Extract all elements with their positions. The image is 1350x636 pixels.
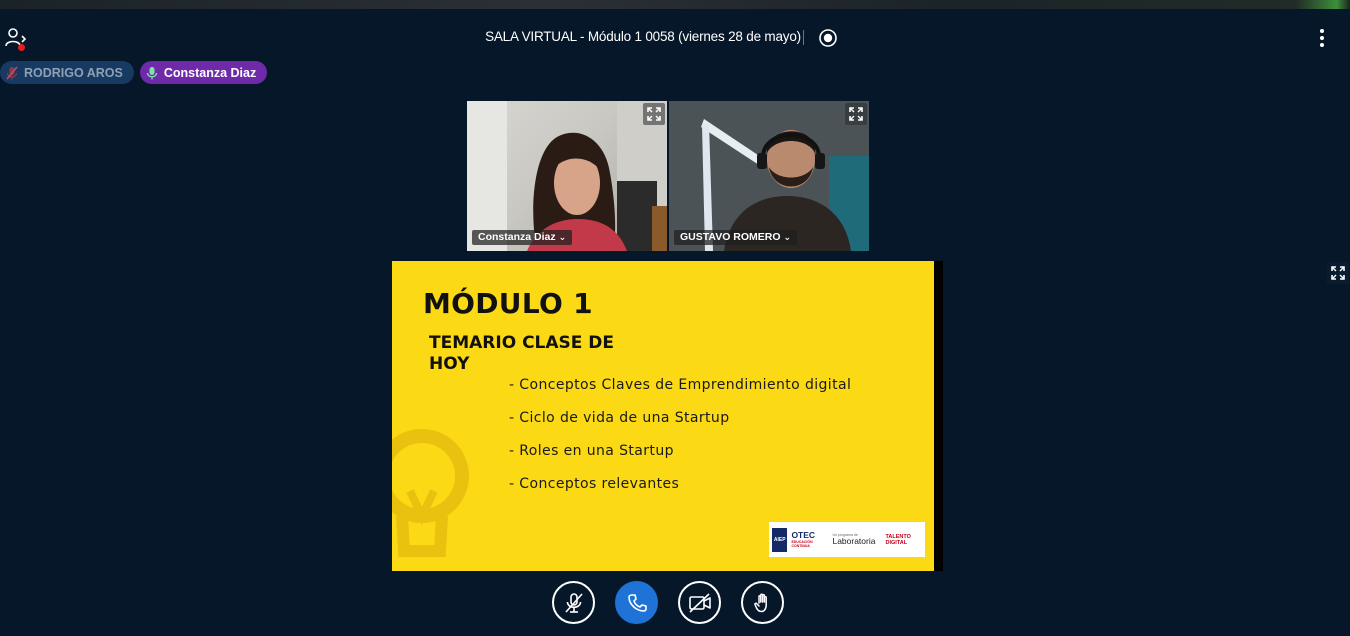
fullscreen-icon xyxy=(1331,266,1345,280)
meeting-header: SALA VIRTUAL - Módulo 1 0058 (viernes 28… xyxy=(0,24,1350,52)
slide-topic-item: - Roles en una Startup xyxy=(509,443,674,459)
record-button[interactable] xyxy=(818,28,838,48)
aiep-logo: AIEP xyxy=(772,527,788,552)
talker-constanza-diaz[interactable]: Constanza Diaz xyxy=(139,61,268,84)
video-expand-button[interactable] xyxy=(845,103,867,125)
slide-topic-item: - Ciclo de vida de una Startup xyxy=(509,410,730,426)
meeting-title-text: SALA VIRTUAL - Módulo 1 0058 (viernes 28… xyxy=(485,29,801,44)
mic-off-icon xyxy=(564,592,583,613)
webcam-feed xyxy=(669,101,869,251)
otec-logo-text: OTEC xyxy=(791,530,816,540)
talento-digital-logo: TALENTO DIGITAL xyxy=(885,533,911,546)
presentation-slide: MÓDULO 1 TEMARIO CLASE DE HOY - Concepto… xyxy=(392,261,934,571)
more-options-button[interactable] xyxy=(1312,27,1332,49)
talker-name: RODRIGO AROS xyxy=(24,65,123,80)
top-edge xyxy=(0,0,1350,9)
slide-title: MÓDULO 1 xyxy=(423,287,593,320)
video-tile-gustavo-romero[interactable]: GUSTAVO ROMERO ⌄ xyxy=(669,101,869,251)
video-user-name-button[interactable]: GUSTAVO ROMERO ⌄ xyxy=(674,230,798,245)
slide-shadow xyxy=(934,261,943,571)
video-expand-button[interactable] xyxy=(643,103,665,125)
video-user-name: Constanza Diaz xyxy=(478,231,556,243)
lightbulb-watermark-icon xyxy=(392,429,469,557)
hand-icon xyxy=(753,593,767,612)
mic-icon xyxy=(146,66,158,79)
talking-indicators: RODRIGO AROS Constanza Diaz xyxy=(0,61,268,84)
laboratoria-logo-text: Laboratoria xyxy=(832,536,876,546)
leave-audio-button[interactable] xyxy=(615,581,658,624)
title-divider xyxy=(803,30,804,45)
camera-off-icon xyxy=(688,592,711,613)
slide-topic-list: - Conceptos Claves de Emprendimiento dig… xyxy=(509,376,851,508)
sponsor-logos: AIEP OTEC EDUCACIÓN CONTINUA Un programa… xyxy=(769,522,925,557)
fullscreen-icon xyxy=(849,107,863,121)
mic-muted-icon xyxy=(6,66,18,79)
slide-topic-item: - Conceptos Claves de Emprendimiento dig… xyxy=(509,377,852,393)
notification-dot xyxy=(18,44,25,51)
raise-hand-button[interactable] xyxy=(741,581,784,624)
otec-logo: OTEC EDUCACIÓN CONTINUA xyxy=(791,530,824,549)
video-user-name: GUSTAVO ROMERO xyxy=(680,231,781,243)
record-icon xyxy=(819,29,837,47)
otec-logo-subtext: EDUCACIÓN CONTINUA xyxy=(791,540,813,548)
share-webcam-button[interactable] xyxy=(678,581,721,624)
presentation-fullscreen-button[interactable] xyxy=(1327,262,1349,284)
mute-mic-button[interactable] xyxy=(552,581,595,624)
talker-rodrigo-aros[interactable]: RODRIGO AROS xyxy=(0,61,134,84)
video-user-name-button[interactable]: Constanza Diaz ⌄ xyxy=(472,230,573,245)
video-tile-constanza-diaz[interactable]: Constanza Diaz ⌄ xyxy=(467,101,667,251)
fullscreen-icon xyxy=(647,107,661,121)
slide-subtitle: TEMARIO CLASE DE HOY xyxy=(429,333,615,374)
chevron-down-icon: ⌄ xyxy=(558,232,567,242)
chevron-down-icon: ⌄ xyxy=(783,232,792,242)
webcam-feed xyxy=(467,101,667,251)
action-bar xyxy=(0,581,1350,625)
meeting-title: SALA VIRTUAL - Módulo 1 0058 (viernes 28… xyxy=(0,29,1350,44)
phone-icon xyxy=(627,593,647,612)
laboratoria-logo: Un programa de Laboratoria xyxy=(832,533,875,546)
talker-name: Constanza Diaz xyxy=(163,65,257,80)
slide-topic-item: - Conceptos relevantes xyxy=(509,476,680,492)
more-options-vertical-icon xyxy=(1320,29,1324,47)
